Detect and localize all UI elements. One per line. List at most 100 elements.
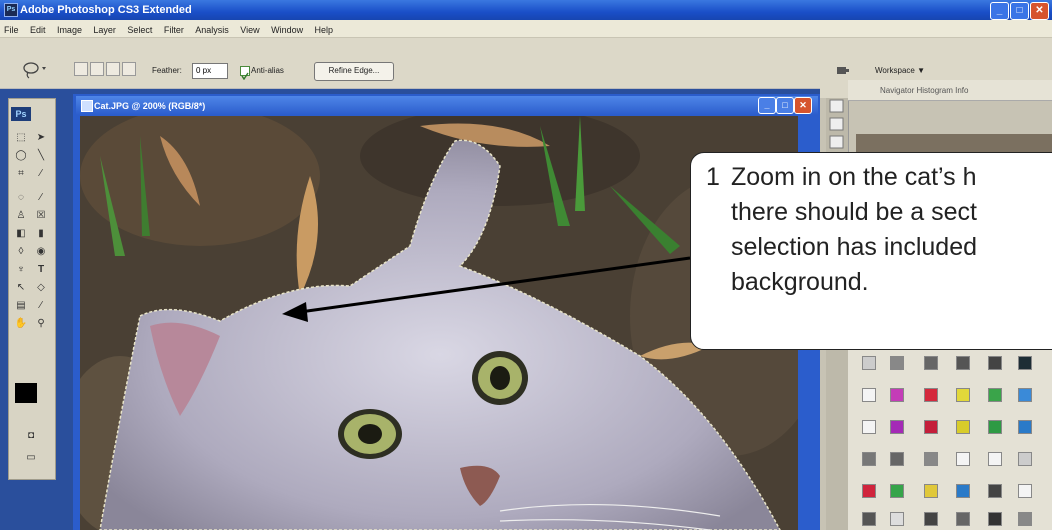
doc-close-button[interactable]: ✕ — [794, 97, 812, 114]
path-selection-icon[interactable]: ↖ — [13, 281, 29, 295]
menu-filter[interactable]: Filter — [160, 22, 187, 35]
gradient-tool-icon[interactable]: ▮ — [33, 227, 49, 241]
navigator-tab-labels[interactable]: Navigator Histogram Info — [880, 86, 968, 95]
step-number: 1 — [706, 163, 720, 191]
minimize-button[interactable]: _ — [990, 2, 1009, 20]
swatch[interactable] — [862, 512, 876, 526]
swatch[interactable] — [988, 388, 1002, 402]
menu-layer[interactable]: Layer — [89, 22, 119, 35]
callout-line: selection has included — [731, 233, 977, 261]
swatch[interactable] — [1018, 512, 1032, 526]
pen-tool-icon[interactable]: ♆ — [13, 263, 29, 277]
foreground-color-swatch[interactable] — [15, 383, 37, 403]
menu-file[interactable]: File — [0, 22, 22, 35]
swatch[interactable] — [1018, 420, 1032, 434]
swatch[interactable] — [890, 420, 904, 434]
doc-maximize-button[interactable]: □ — [776, 97, 794, 114]
menu-image[interactable]: Image — [53, 22, 85, 35]
swatch[interactable] — [862, 388, 876, 402]
refine-edge-button[interactable]: Refine Edge... — [314, 62, 394, 81]
intersect-selection-icon[interactable] — [122, 62, 136, 76]
swatch[interactable] — [988, 484, 1002, 498]
callout-line: background. — [731, 268, 869, 296]
swatch[interactable] — [988, 512, 1002, 526]
magic-wand-icon[interactable]: ╲ — [33, 149, 49, 163]
swatch[interactable] — [924, 388, 938, 402]
menu-select[interactable]: Select — [123, 22, 155, 35]
lasso-tool-icon[interactable]: ◯ — [13, 149, 29, 163]
lasso-tool-preset-icon[interactable] — [20, 60, 50, 80]
callout-line: Zoom in on the cat’s h — [731, 163, 977, 191]
add-to-selection-icon[interactable] — [90, 62, 104, 76]
swatch[interactable] — [862, 356, 876, 370]
swatch[interactable] — [956, 452, 970, 466]
swatch[interactable] — [956, 512, 970, 526]
brush-tool-icon[interactable]: ∕ — [33, 191, 49, 205]
workspace-icon[interactable] — [836, 64, 850, 76]
maximize-button[interactable]: □ — [1010, 2, 1029, 20]
swatch[interactable] — [956, 420, 970, 434]
panel-toggle-icons[interactable] — [826, 98, 848, 158]
doc-minimize-button[interactable]: _ — [758, 97, 776, 114]
swatch[interactable] — [924, 452, 938, 466]
notes-tool-icon[interactable]: ▤ — [13, 299, 29, 313]
move-tool-icon[interactable]: ➤ — [33, 131, 49, 145]
history-brush-icon[interactable]: ☒ — [33, 209, 49, 223]
swatch[interactable] — [862, 484, 876, 498]
swatch[interactable] — [956, 484, 970, 498]
swatch[interactable] — [890, 484, 904, 498]
slice-tool-icon[interactable]: ∕ — [33, 167, 49, 181]
swatch[interactable] — [862, 420, 876, 434]
swatch[interactable] — [890, 356, 904, 370]
crop-tool-icon[interactable]: ⌗ — [13, 167, 29, 181]
type-tool-icon[interactable]: T — [33, 263, 49, 277]
menu-help[interactable]: Help — [311, 22, 337, 35]
screen-mode-icon[interactable]: ▭ — [23, 451, 39, 465]
swatch[interactable] — [1018, 484, 1032, 498]
subtract-from-selection-icon[interactable] — [106, 62, 120, 76]
workspace-menu[interactable]: Workspace ▼ — [875, 66, 925, 75]
healing-brush-icon[interactable]: ◌ — [13, 191, 29, 205]
swatch[interactable] — [956, 388, 970, 402]
swatch[interactable] — [1018, 388, 1032, 402]
callout-line: there should be a sect — [731, 198, 977, 226]
quick-mask-icon[interactable]: ◘ — [23, 429, 39, 443]
dodge-tool-icon[interactable]: ◉ — [33, 245, 49, 259]
new-selection-icon[interactable] — [74, 62, 88, 76]
swatch[interactable] — [956, 356, 970, 370]
feather-input[interactable]: 0 px — [192, 63, 228, 79]
shape-tool-icon[interactable]: ◇ — [33, 281, 49, 295]
swatch[interactable] — [924, 420, 938, 434]
swatch[interactable] — [988, 356, 1002, 370]
checkmark-icon — [241, 72, 249, 81]
swatch[interactable] — [1018, 356, 1032, 370]
swatch[interactable] — [924, 484, 938, 498]
eraser-tool-icon[interactable]: ◧ — [13, 227, 29, 241]
menu-view[interactable]: View — [236, 22, 262, 35]
swatch[interactable] — [924, 356, 938, 370]
menu-edit[interactable]: Edit — [26, 22, 49, 35]
tools-panel: Ps ⬚ ➤ ◯ ╲ ⌗ ∕ ◌ ∕ ♙ ☒ ◧ ▮ ◊ ◉ ♆ T ↖ ◇ ▤… — [8, 98, 56, 480]
marquee-tool-icon[interactable]: ⬚ — [13, 131, 29, 145]
document-title-bar: Cat.JPG @ 200% (RGB/8*) _ □ ✕ — [76, 96, 818, 115]
stamp-tool-icon[interactable]: ♙ — [13, 209, 29, 223]
hand-tool-icon[interactable]: ✋ — [13, 317, 29, 331]
swatch[interactable] — [862, 452, 876, 466]
swatch[interactable] — [890, 512, 904, 526]
zoom-tool-icon[interactable]: ⚲ — [33, 317, 49, 331]
menu-window[interactable]: Window — [267, 22, 306, 35]
close-button[interactable]: ✕ — [1030, 2, 1049, 20]
swatch[interactable] — [924, 512, 938, 526]
menu-analysis[interactable]: Analysis — [191, 22, 232, 35]
swatch[interactable] — [890, 452, 904, 466]
anti-alias-checkbox[interactable] — [240, 66, 250, 81]
eyedropper-tool-icon[interactable]: ∕ — [33, 299, 49, 313]
app-title: Adobe Photoshop CS3 Extended — [20, 4, 192, 16]
swatch[interactable] — [988, 420, 1002, 434]
blur-tool-icon[interactable]: ◊ — [13, 245, 29, 259]
swatch[interactable] — [1018, 452, 1032, 466]
ps-logo: Ps — [11, 107, 31, 121]
swatches-panel — [848, 350, 1052, 530]
swatch[interactable] — [988, 452, 1002, 466]
swatch[interactable] — [890, 388, 904, 402]
